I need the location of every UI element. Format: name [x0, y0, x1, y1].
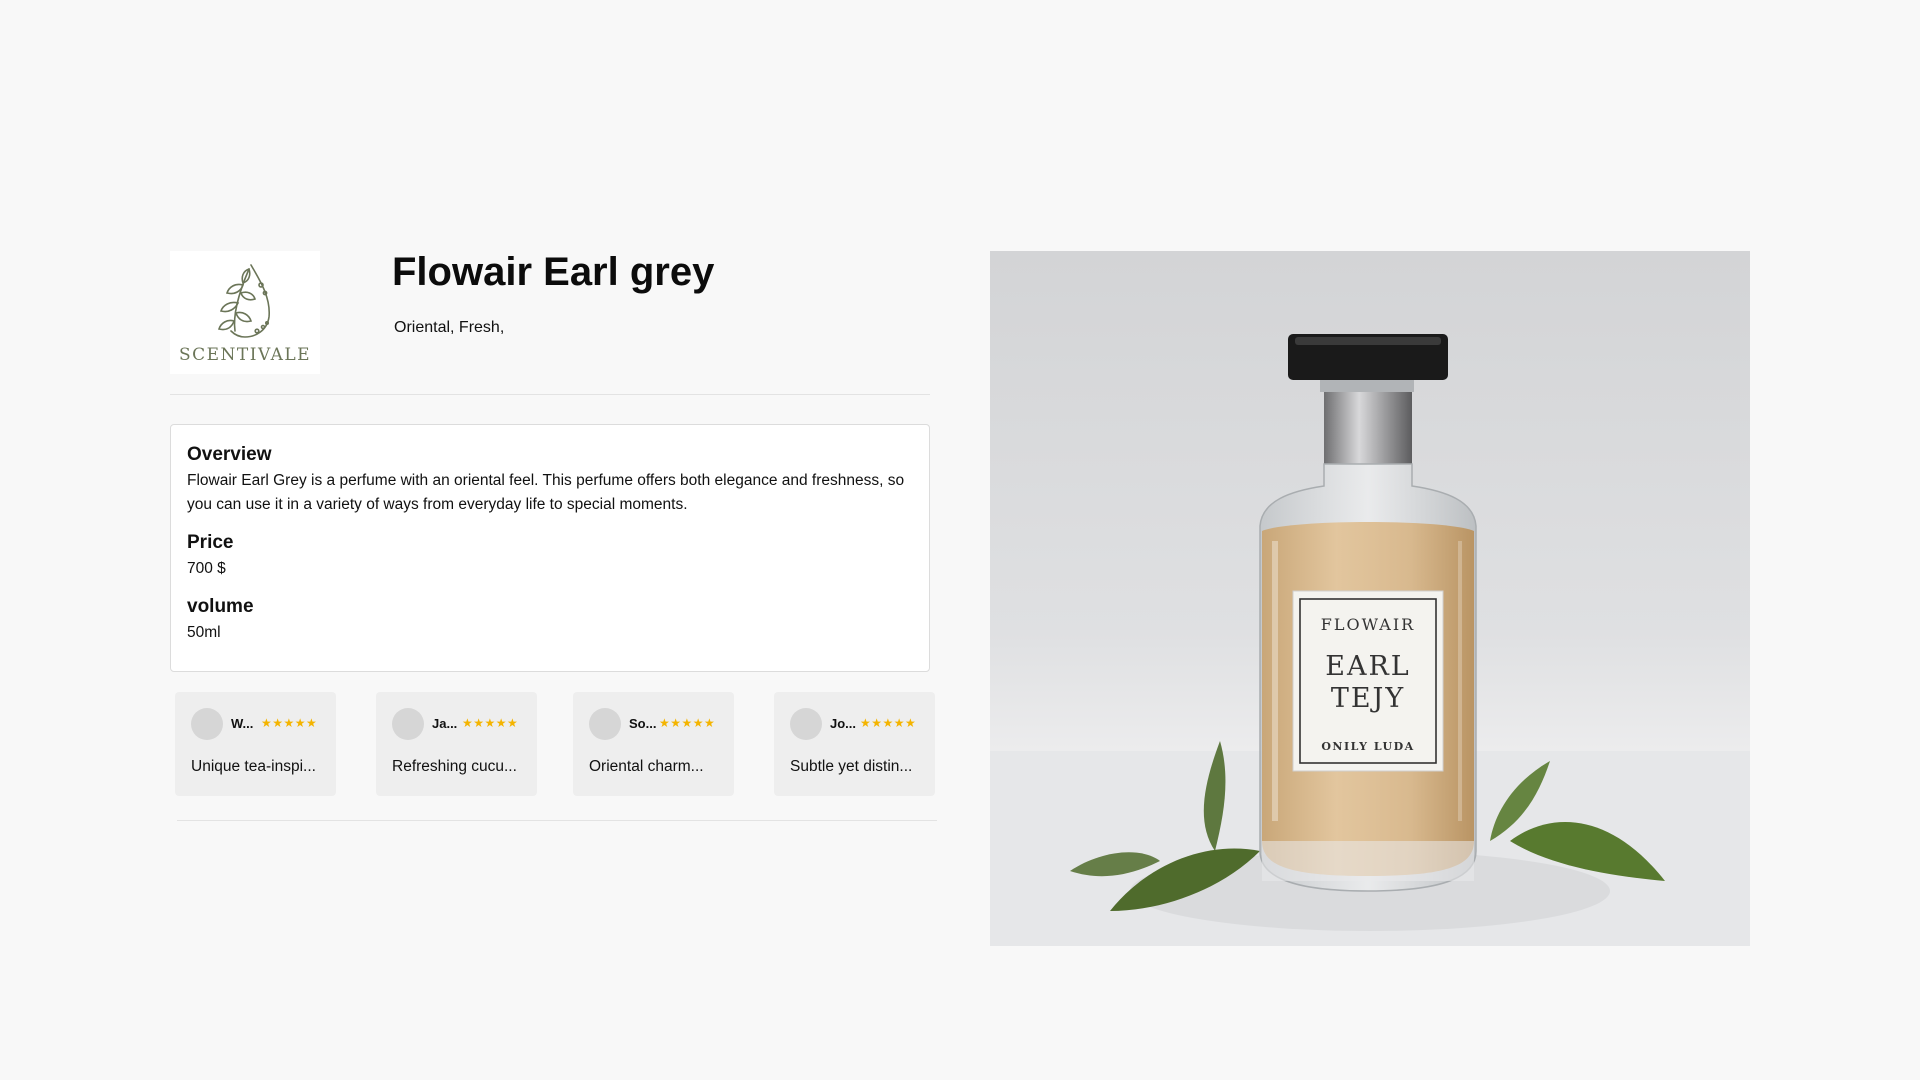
product-title: Flowair Earl grey [392, 250, 715, 294]
overview-section: Overview Flowair Earl Grey is a perfume … [187, 443, 913, 517]
review-author: W... [231, 716, 254, 731]
star-rating-icon: ★★★★★ [659, 716, 716, 730]
review-card[interactable]: Jo... ★★★★★ Subtle yet distin... [774, 692, 935, 796]
review-text: Oriental charm... [589, 758, 704, 775]
review-author: So... [629, 716, 657, 731]
avatar [392, 708, 424, 740]
avatar [191, 708, 223, 740]
product-tags: Oriental, Fresh, [394, 319, 505, 336]
avatar [589, 708, 621, 740]
brand-logo[interactable]: SCENTIVALE [170, 251, 320, 374]
volume-value: 50ml [187, 624, 221, 641]
star-rating-icon: ★★★★★ [860, 716, 917, 730]
label-line-1: FLOWAIR [1321, 615, 1415, 634]
star-rating-icon: ★★★★★ [462, 716, 519, 730]
brand-name: SCENTIVALE [178, 345, 312, 365]
review-author: Ja... [432, 716, 458, 731]
review-text: Unique tea-inspi... [191, 758, 316, 775]
avatar [790, 708, 822, 740]
product-details-card: Overview Flowair Earl Grey is a perfume … [170, 424, 930, 672]
label-line-3: TEJY [1331, 683, 1405, 714]
reviews-row: W... ★★★★★ Unique tea-inspi... Ja... ★★★… [175, 692, 935, 796]
price-value: 700 $ [187, 560, 226, 577]
price-heading: Price [187, 532, 234, 553]
divider [177, 820, 937, 821]
perfume-bottle-illustration: FLOWAIR EARL TEJY ONILY LUDA [990, 334, 1750, 946]
review-text: Refreshing cucu... [392, 758, 517, 775]
price-section: Price 700 $ [187, 531, 913, 581]
review-card[interactable]: W... ★★★★★ Unique tea-inspi... [175, 692, 336, 796]
divider [170, 394, 930, 395]
review-text: Subtle yet distin... [790, 758, 913, 775]
leaf-drop-icon [217, 264, 270, 338]
product-image: FLOWAIR EARL TEJY ONILY LUDA [990, 251, 1750, 946]
volume-heading: volume [187, 596, 254, 617]
product-page: SCENTIVALE Flowair Earl grey Oriental, F… [0, 0, 1920, 1080]
label-line-2: EARL [1325, 651, 1410, 682]
volume-section: volume 50ml [187, 595, 913, 645]
star-rating-icon: ★★★★★ [261, 716, 318, 730]
review-card[interactable]: Ja... ★★★★★ Refreshing cucu... [376, 692, 537, 796]
overview-text: Flowair Earl Grey is a perfume with an o… [187, 472, 905, 513]
review-author: Jo... [830, 716, 857, 731]
review-card[interactable]: So... ★★★★★ Oriental charm... [573, 692, 734, 796]
label-line-4: ONILY LUDA [1321, 740, 1414, 753]
overview-heading: Overview [187, 444, 272, 465]
